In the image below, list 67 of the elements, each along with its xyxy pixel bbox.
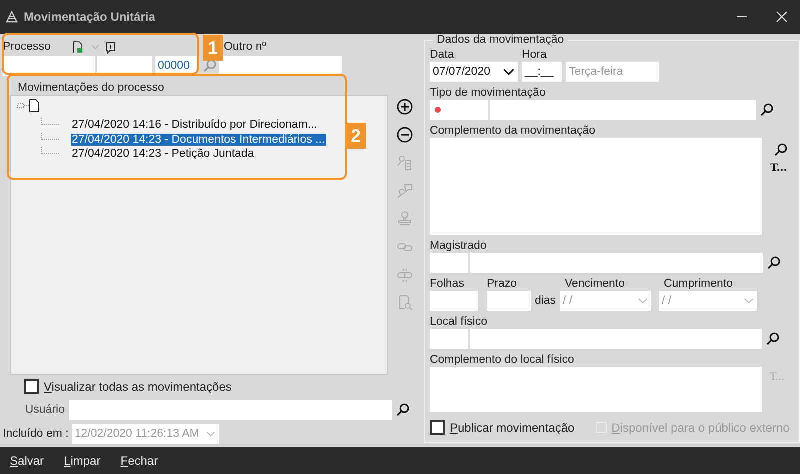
user-name-field[interactable]	[219, 400, 392, 420]
tree-root-icon[interactable]	[17, 99, 41, 113]
judge-code-field[interactable]	[430, 253, 468, 273]
checkbox[interactable]	[430, 420, 445, 435]
user-id-field[interactable]	[69, 400, 219, 420]
add-icon[interactable]	[397, 99, 413, 115]
location-name-field[interactable]	[470, 329, 762, 349]
tree-connector	[41, 132, 59, 140]
footer-button[interactable]: Salvar	[10, 454, 44, 468]
document-icon[interactable]	[72, 41, 83, 54]
included-label: Incluído em :	[3, 428, 69, 440]
chevron-down-icon	[744, 298, 754, 304]
chevron-down-icon	[502, 68, 515, 76]
complement-label: Complemento da movimentação	[430, 125, 596, 138]
time-label: Hora	[522, 49, 547, 62]
checkbox[interactable]	[24, 379, 39, 394]
judge-label: Magistrado	[430, 240, 488, 253]
remove-icon[interactable]	[397, 127, 413, 143]
location-label: Local físico	[430, 316, 488, 329]
callout-number: 1	[203, 35, 223, 61]
checkbox-label[interactable]: Visualizar todas as movimentações	[44, 380, 232, 394]
group-title: Movimentações do processo	[18, 82, 166, 94]
tree-connector	[41, 147, 59, 154]
movement-item[interactable]: 27/04/2020 14:23 - Documentos Intermediários ...	[71, 134, 326, 146]
search-icon[interactable]	[760, 103, 774, 117]
weekday-field: Terça-feira	[566, 62, 659, 82]
info-icon[interactable]	[106, 42, 116, 54]
location-code-field[interactable]	[430, 329, 468, 349]
days-label: dias	[534, 294, 556, 308]
search-icon[interactable]	[766, 256, 781, 270]
search-icon[interactable]	[766, 332, 780, 346]
location-complement-label: Complemento do local físico	[430, 354, 576, 367]
movement-item[interactable]: 27/04/2020 14:23 - Petição Juntada	[71, 148, 256, 160]
judge-name-field[interactable]	[470, 253, 763, 273]
close-icon[interactable]	[776, 11, 788, 23]
term-field[interactable]	[486, 291, 531, 311]
fulfillment-label: Cumprimento	[664, 278, 733, 291]
checkbox-label[interactable]: Publicar movimentação	[450, 420, 575, 434]
date-label: Data	[430, 49, 456, 62]
term-label: Prazo	[486, 278, 518, 291]
process-label: Processo	[3, 41, 51, 54]
required-dot-icon	[434, 107, 441, 113]
footer-button[interactable]: Fechar	[120, 454, 158, 468]
app-logo-icon	[6, 11, 18, 23]
date-picker[interactable]: 07/07/2020	[430, 62, 518, 82]
chevron-down-icon	[206, 431, 216, 437]
sheets-label: Folhas	[430, 278, 466, 291]
movement-item[interactable]: 27/04/2020 14:16 - Distribuído por Direcionam...	[71, 119, 318, 132]
type-code-field[interactable]	[430, 100, 488, 120]
search-icon[interactable]	[396, 403, 410, 417]
callout-number: 2	[346, 123, 366, 149]
due-label: Vencimento	[564, 278, 626, 291]
type-name-field[interactable]	[490, 100, 756, 120]
group-title: Dados da movimentação	[432, 34, 568, 47]
chevron-down-icon	[638, 298, 648, 304]
user-label: Usuário	[24, 404, 66, 416]
window-title: Movimentação Unitária	[24, 10, 156, 24]
sheets-field[interactable]	[430, 291, 478, 311]
other-number-label: Outro nº	[224, 41, 266, 54]
search-icon[interactable]	[774, 143, 788, 157]
chevron-down-icon[interactable]	[90, 44, 100, 50]
time-field[interactable]: __:__	[522, 62, 562, 82]
type-label: Tipo de movimentação	[430, 87, 547, 100]
footer-button[interactable]: Limpar	[64, 454, 101, 468]
text-button[interactable]: T...	[770, 163, 788, 174]
tree-connector	[41, 118, 59, 126]
included-date-field: 12/02/2020 11:26:13 AM	[72, 424, 219, 444]
